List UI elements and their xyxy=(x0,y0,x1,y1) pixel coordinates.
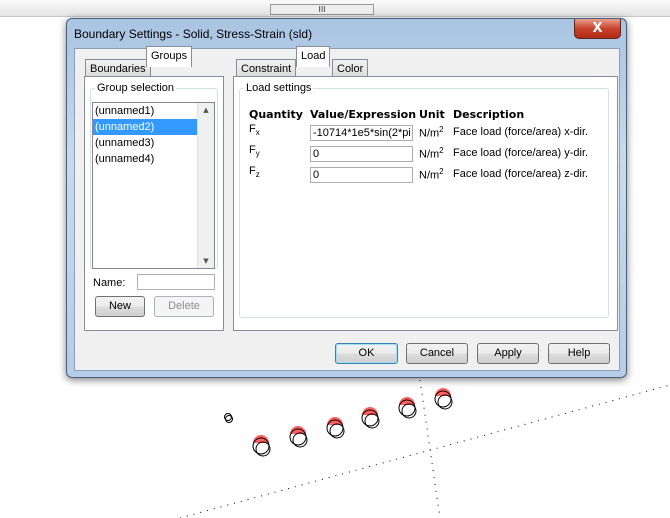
name-label: Name: xyxy=(93,277,126,289)
tab-constraint[interactable]: Constraint xyxy=(236,59,297,77)
tab-color[interactable]: Color xyxy=(332,59,369,77)
boundary-settings-dialog: Boundary Settings - Solid, Stress-Strain… xyxy=(66,18,627,378)
tab-boundaries[interactable]: Boundaries xyxy=(85,59,151,77)
unit-label: N/m2 xyxy=(419,146,444,161)
quantity-label: Fy xyxy=(249,144,260,158)
boundary-circle[interactable] xyxy=(289,426,308,448)
groups-panel: Group selection (unnamed1) (unnamed2) (unn… xyxy=(84,76,224,331)
group-list[interactable]: (unnamed1) (unnamed2) (unnamed3) (unnamed4)… xyxy=(92,102,215,269)
boundary-circle[interactable] xyxy=(252,435,271,457)
value-input-y[interactable]: 0 xyxy=(310,146,413,162)
load-panel: Load settings Quantity Value/Expression … xyxy=(233,76,618,331)
scroll-down-icon[interactable]: ▼ xyxy=(198,257,214,265)
quantity-subscript: x xyxy=(255,128,260,138)
value-input-z[interactable]: 0 xyxy=(310,167,413,183)
help-button[interactable]: Help xyxy=(548,343,610,364)
boundary-circle[interactable] xyxy=(326,417,345,439)
tab-load[interactable]: Load xyxy=(296,46,331,67)
scroll-up-icon[interactable]: ▲ xyxy=(198,106,214,114)
unit-label: N/m2 xyxy=(419,125,444,140)
value-input-x[interactable]: -10714*1e5*sin(2*pi xyxy=(310,125,413,141)
quantity-symbol: F xyxy=(249,165,256,177)
quantity-label: Fz xyxy=(249,165,260,179)
close-button[interactable]: X xyxy=(574,19,621,39)
header-unit: Unit xyxy=(419,108,445,121)
quantity-symbol: F xyxy=(249,123,256,135)
list-scrollbar[interactable]: ▲ ▼ xyxy=(197,103,214,268)
quantity-subscript: z xyxy=(255,170,260,180)
unit-label: N/m2 xyxy=(419,167,444,182)
unit-exponent: 2 xyxy=(439,146,444,155)
header-quantity: Quantity xyxy=(249,108,303,121)
delete-button[interactable]: Delete xyxy=(154,296,214,317)
cancel-button[interactable]: Cancel xyxy=(406,343,468,364)
quantity-subscript: y xyxy=(255,149,260,159)
small-circle[interactable] xyxy=(224,413,233,423)
boundary-circle[interactable] xyxy=(398,397,417,419)
apply-button[interactable]: Apply xyxy=(477,343,539,364)
group-list-item[interactable]: (unnamed4) xyxy=(93,151,214,167)
quantity-label: Fx xyxy=(249,123,260,137)
load-settings-legend: Load settings xyxy=(246,82,312,94)
unit-text: N/m xyxy=(419,169,440,182)
ok-button[interactable]: OK xyxy=(335,343,398,364)
quantity-symbol: F xyxy=(249,144,256,156)
group-list-item[interactable]: (unnamed2) xyxy=(93,119,214,135)
unit-text: N/m xyxy=(419,127,440,140)
dialog-client-area: Boundaries Groups Group selection (unnam… xyxy=(74,46,620,371)
name-input[interactable] xyxy=(137,274,215,290)
boundary-circle[interactable] xyxy=(361,407,380,429)
dialog-title: Boundary Settings - Solid, Stress-Strain… xyxy=(74,27,313,41)
description-label: Face load (force/area) x-dir. xyxy=(453,126,589,138)
group-list-item[interactable]: (unnamed1) xyxy=(93,103,214,119)
axis-line xyxy=(179,384,670,518)
boundary-circle[interactable] xyxy=(434,388,453,410)
description-label: Face load (force/area) z-dir. xyxy=(453,168,589,180)
tab-groups[interactable]: Groups xyxy=(146,46,193,67)
header-value: Value/Expression xyxy=(310,108,417,121)
group-selection-legend: Group selection xyxy=(97,82,175,94)
description-label: Face load (force/area) y-dir. xyxy=(453,147,589,159)
axis-line xyxy=(419,379,441,518)
unit-exponent: 2 xyxy=(439,125,444,134)
new-button[interactable]: New xyxy=(95,296,145,317)
header-description: Description xyxy=(453,108,525,121)
unit-exponent: 2 xyxy=(439,167,444,176)
group-list-item[interactable]: (unnamed3) xyxy=(93,135,214,151)
unit-text: N/m xyxy=(419,148,440,161)
